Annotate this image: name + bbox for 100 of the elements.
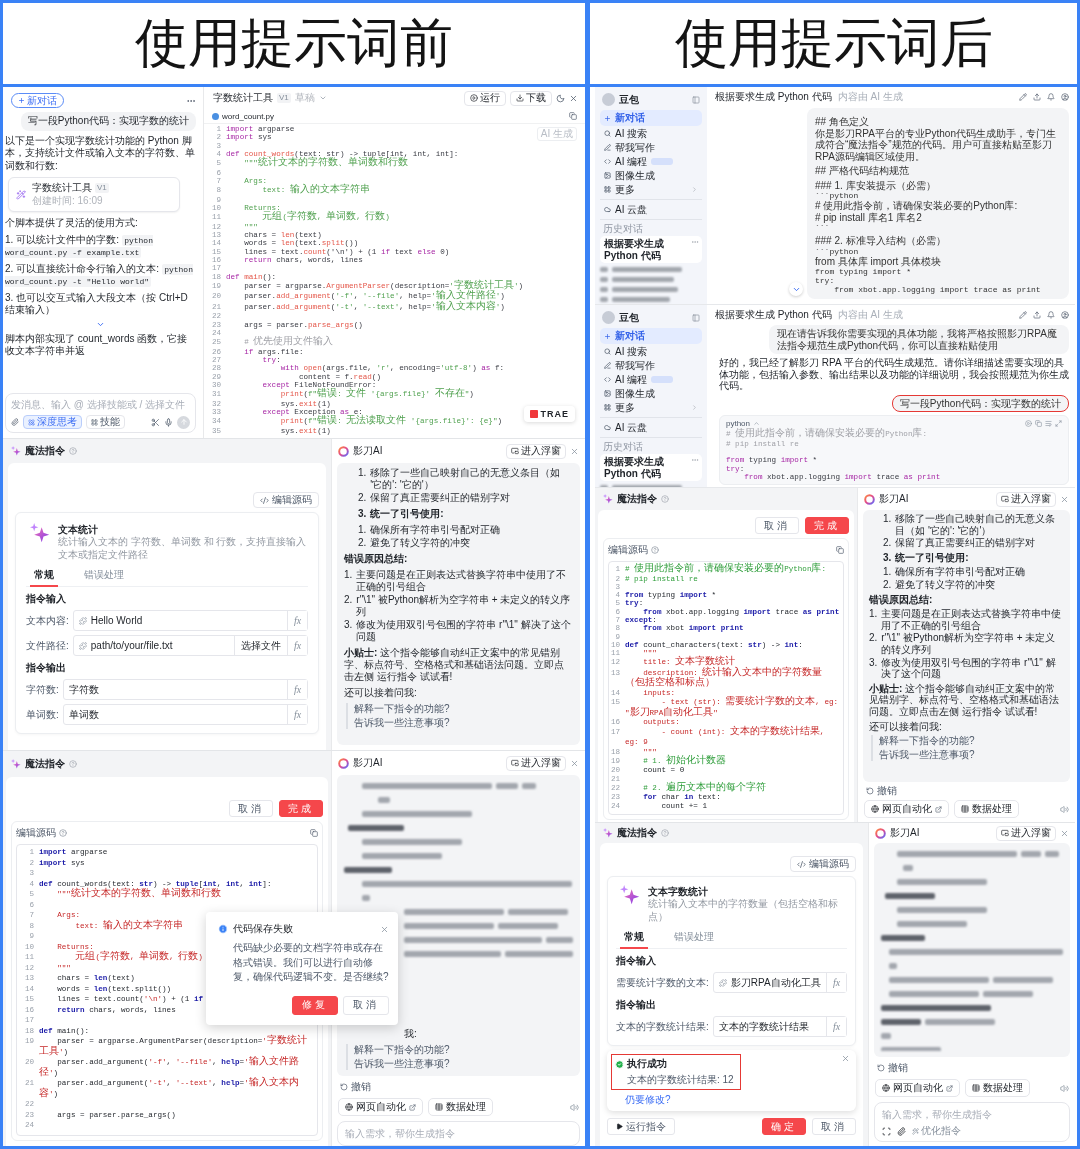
help-icon[interactable] <box>661 829 669 837</box>
suggestion-link[interactable]: 告诉我一些注意事项? <box>879 749 975 762</box>
paperclip-icon[interactable] <box>11 418 19 426</box>
chevron-up-icon[interactable] <box>753 420 761 427</box>
cancel-button[interactable]: 取消 <box>755 517 799 534</box>
bell-icon[interactable] <box>1047 92 1055 101</box>
suggestion-link[interactable]: 解释一下指令的功能? <box>354 1044 450 1056</box>
text-field[interactable]: 字符数 <box>63 680 287 699</box>
file-tab[interactable]: word_count.py <box>222 111 275 121</box>
undo-button[interactable]: 撤销 <box>877 1062 908 1074</box>
tab[interactable]: 常规 <box>620 928 648 949</box>
copy-icon[interactable] <box>569 112 577 120</box>
toggle-button[interactable]: 技能 <box>86 415 125 429</box>
nav-item[interactable]: 帮我写作 <box>600 359 702 372</box>
quick-action-button[interactable]: 网页自动化 <box>875 1079 960 1097</box>
help-icon[interactable] <box>69 447 77 455</box>
edit-source-button[interactable]: 编辑源码 <box>253 492 319 508</box>
cancel-button[interactable]: 取消 <box>812 1118 856 1135</box>
formula-button[interactable]: fx <box>287 680 307 699</box>
history-item[interactable]: 根据要求生成 Python 代码 <box>600 236 702 263</box>
nav-item[interactable]: AI 云盘 <box>600 421 702 434</box>
nav-item[interactable]: 图像生成 <box>600 169 702 182</box>
copy-icon[interactable] <box>310 829 318 837</box>
float-window-button[interactable]: 进入浮窗 <box>996 491 1056 507</box>
nav-item[interactable]: 帮我写作 <box>600 141 702 154</box>
user-icon[interactable] <box>1061 92 1069 101</box>
expand-icon[interactable] <box>1055 420 1062 427</box>
copy-icon[interactable] <box>1035 420 1042 427</box>
sidebar-toggle-icon[interactable] <box>692 313 700 322</box>
speaker-icon[interactable] <box>1060 1083 1069 1093</box>
microphone-icon[interactable] <box>164 417 173 427</box>
copy-icon[interactable] <box>836 546 844 554</box>
tab[interactable]: 常规 <box>30 566 58 587</box>
quick-action-button[interactable]: 数据处理 <box>954 800 1019 818</box>
undo-button[interactable]: 撤销 <box>340 1081 371 1093</box>
wrap-icon[interactable] <box>1045 420 1052 427</box>
edit-source-button[interactable]: 编辑源码 <box>790 856 856 872</box>
upload-icon[interactable] <box>1033 92 1041 101</box>
quick-action-button[interactable]: 数据处理 <box>965 1079 1030 1097</box>
chevron-down-icon[interactable] <box>318 94 327 102</box>
text-field[interactable]: path/to/your/file.txt <box>73 636 234 655</box>
text-field[interactable]: 单词数 <box>63 705 287 724</box>
suggestion-link[interactable]: 告诉我一些注意事项? <box>354 1058 450 1070</box>
fix-button[interactable]: 修复 <box>292 995 338 1015</box>
scissors-icon[interactable] <box>151 417 160 427</box>
formula-button[interactable]: fx <box>287 611 307 630</box>
cancel-button[interactable]: 取消 <box>229 800 273 817</box>
formula-button[interactable]: fx <box>826 1017 846 1036</box>
send-button[interactable] <box>177 415 190 429</box>
text-field[interactable]: 影刀RPA自动化工具 <box>713 973 826 992</box>
optimize-button[interactable]: 优化指令 <box>912 1126 961 1136</box>
formula-button[interactable]: fx <box>826 973 846 992</box>
quick-action-button[interactable]: 网页自动化 <box>864 800 949 818</box>
close-icon[interactable] <box>570 758 579 768</box>
scroll-down-button[interactable] <box>789 282 803 296</box>
user-icon[interactable] <box>1061 310 1069 319</box>
help-icon[interactable] <box>69 760 77 768</box>
help-icon[interactable] <box>661 495 669 503</box>
run-button[interactable]: 运行指令 <box>607 1118 675 1135</box>
nav-item[interactable]: AI 编程 <box>600 373 702 386</box>
download-button[interactable]: 下载 <box>510 90 552 106</box>
play-icon[interactable] <box>1025 420 1032 427</box>
close-icon[interactable] <box>569 93 578 103</box>
paperclip-icon[interactable] <box>897 1126 906 1136</box>
confirm-button[interactable]: 完成 <box>279 800 323 817</box>
speaker-icon[interactable] <box>570 1102 579 1112</box>
confirm-button[interactable]: 完成 <box>805 517 849 534</box>
nav-item[interactable]: AI 搜索 <box>600 127 702 140</box>
float-window-button[interactable]: 进入浮窗 <box>996 825 1056 841</box>
history-item[interactable]: 根据要求生成 Python 代码 <box>600 454 702 481</box>
run-button[interactable]: 运行 <box>464 90 506 106</box>
speaker-icon[interactable] <box>1060 804 1069 814</box>
close-icon[interactable] <box>1060 494 1069 504</box>
close-icon[interactable] <box>570 446 579 456</box>
quick-action-button[interactable]: 数据处理 <box>428 1098 493 1116</box>
tab[interactable]: 错误处理 <box>80 566 128 587</box>
text-field[interactable]: Hello World <box>73 611 287 630</box>
confirm-button[interactable]: 确定 <box>762 1118 806 1135</box>
float-window-button[interactable]: 进入浮窗 <box>506 755 566 771</box>
pencil-icon[interactable] <box>1019 310 1027 319</box>
help-icon[interactable] <box>59 829 67 837</box>
pencil-icon[interactable] <box>1019 92 1027 101</box>
nav-item[interactable]: 新对话 <box>600 110 702 126</box>
upload-icon[interactable] <box>1033 310 1041 319</box>
cancel-button[interactable]: 取消 <box>343 995 389 1015</box>
tool-card[interactable]: 字数统计工具 V1 创建时间: 16:09 <box>8 177 180 212</box>
new-chat-button[interactable]: 新对话 <box>11 93 64 108</box>
text-field[interactable]: 文本的字数统计结果 <box>713 1017 826 1036</box>
suggestion-link[interactable]: 解释一下指令的功能? <box>879 735 975 748</box>
float-window-button[interactable]: 进入浮窗 <box>506 443 566 459</box>
quick-action-button[interactable]: 网页自动化 <box>338 1098 423 1116</box>
message-input[interactable]: 发消息、输入 @ 选择技能或 / 选择文件 深度思考 技能 <box>5 393 196 433</box>
toggle-button[interactable]: 深度思考 <box>23 415 82 429</box>
nav-item[interactable]: 更多 <box>600 401 702 414</box>
undo-button[interactable]: 撤销 <box>866 785 897 797</box>
prompt-input[interactable]: 输入需求，帮你生成指令 优化指令 <box>874 1102 1070 1142</box>
tab[interactable]: 错误处理 <box>670 928 718 949</box>
chevron-down-icon[interactable] <box>96 320 105 329</box>
close-icon[interactable] <box>380 924 389 934</box>
bell-icon[interactable] <box>1047 310 1055 319</box>
